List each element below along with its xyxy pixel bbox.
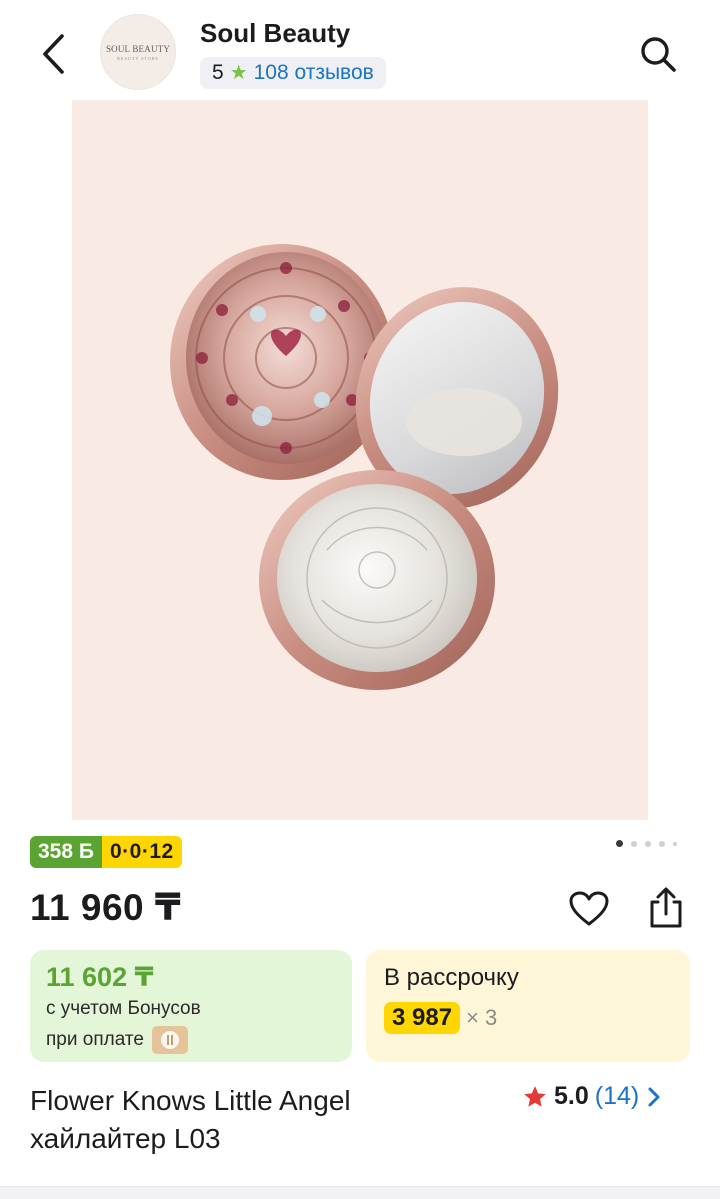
- installment-amount: 3 987: [384, 1002, 461, 1034]
- installment-row: 3 987 × 3: [384, 1002, 672, 1034]
- star-icon: [524, 1085, 546, 1107]
- installment-label: В рассрочку: [384, 964, 519, 991]
- bottom-divider: [0, 1186, 720, 1199]
- store-rating-pill[interactable]: 5 ★ 108 отзывов: [200, 57, 386, 89]
- bonus-payment-note: при оплате: [46, 1028, 144, 1050]
- bonus-price: 11 602 ₸: [46, 962, 154, 992]
- logo-subtext: BEAUTY STORE: [117, 55, 159, 61]
- chevron-left-icon: [43, 34, 64, 74]
- product-price: 11 960 ₸: [30, 887, 182, 928]
- chevron-right-icon: [648, 1087, 660, 1106]
- bonus-badge: 358 Б: [30, 836, 102, 868]
- product-rating-value: 5.0: [554, 1082, 589, 1110]
- bonus-price-card[interactable]: 11 602 ₸ с учетом Бонусов при оплате: [30, 950, 352, 1062]
- store-rating-value: 5: [212, 61, 224, 84]
- store-reviews-link[interactable]: 108 отзывов: [254, 61, 374, 85]
- bonus-price-note: с учетом Бонусов: [46, 998, 201, 1019]
- star-icon: ★: [229, 62, 248, 84]
- product-title: Flower Knows Little Angel хайлайтер L03: [30, 1085, 351, 1154]
- favorite-button[interactable]: [566, 886, 612, 932]
- installment-card[interactable]: В рассрочку 3 987 × 3: [366, 950, 690, 1062]
- search-button[interactable]: [632, 28, 684, 80]
- share-button[interactable]: [642, 884, 690, 932]
- installment-badge: 0·0·12: [101, 836, 182, 868]
- bonus-payment-row: при оплате: [46, 1025, 336, 1054]
- pager-dot: [631, 840, 637, 847]
- back-button[interactable]: [30, 28, 78, 80]
- store-logo[interactable]: SOUL BEAUTY BEAUTY STORE: [100, 14, 176, 90]
- payment-method-icon: [151, 1025, 188, 1054]
- share-icon: [650, 887, 682, 928]
- pager-dot: [673, 841, 677, 846]
- logo-text: SOUL BEAUTY: [105, 43, 171, 54]
- product-photo: [170, 244, 559, 690]
- product-rating-count: (14): [594, 1082, 640, 1110]
- promo-badges: 358 Б 0·0·12: [30, 836, 182, 868]
- pager-dot: [645, 840, 651, 847]
- pager-dot-active: [616, 840, 623, 847]
- product-rating-link[interactable]: 5.0 (14): [522, 1082, 663, 1111]
- header: SOUL BEAUTY BEAUTY STORE Soul Beauty 5 ★…: [0, 0, 720, 100]
- installment-multiplier: × 3: [466, 1005, 498, 1030]
- search-icon: [641, 37, 676, 72]
- pager-dot: [659, 840, 665, 847]
- heart-icon: [569, 891, 609, 926]
- product-image[interactable]: [72, 100, 648, 820]
- store-name[interactable]: Soul Beauty: [200, 18, 350, 49]
- image-pager-dots[interactable]: [616, 840, 677, 847]
